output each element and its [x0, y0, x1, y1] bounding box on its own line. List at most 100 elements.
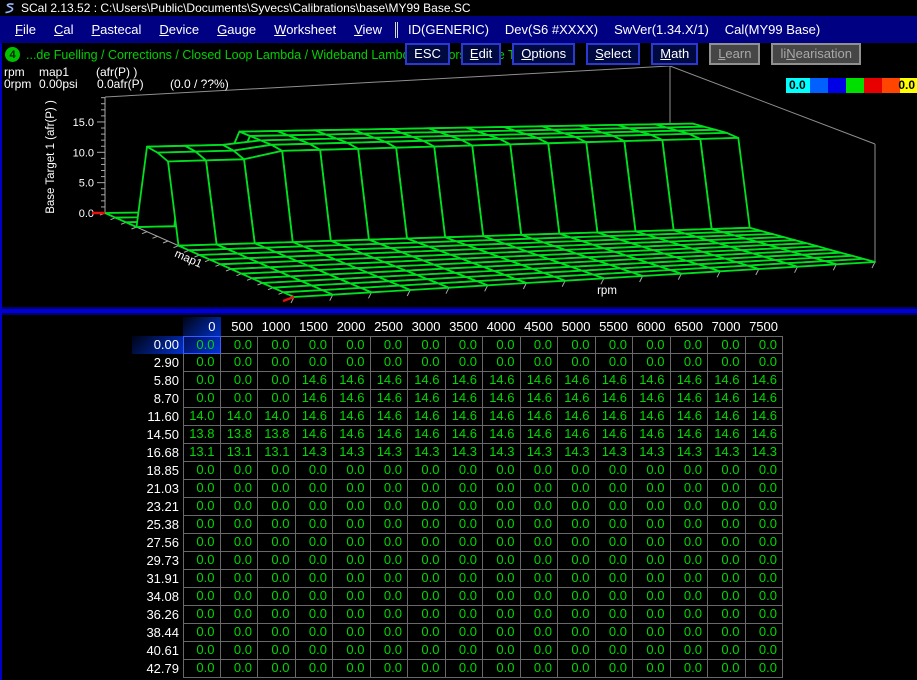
table-cell[interactable]: 13.8 [221, 426, 259, 444]
table-cell[interactable]: 0.0 [633, 480, 671, 498]
table-cell[interactable]: 13.8 [183, 426, 221, 444]
table-cell[interactable]: 0.0 [446, 642, 484, 660]
table-cell[interactable]: 13.8 [258, 426, 296, 444]
table-cell[interactable]: 0.0 [408, 552, 446, 570]
table-cell[interactable]: 0.0 [183, 660, 221, 678]
table-cell[interactable]: 0.0 [333, 552, 371, 570]
table-cell[interactable]: 0.0 [371, 642, 409, 660]
table-cell[interactable]: 0.0 [258, 480, 296, 498]
table-cell[interactable]: 14.6 [483, 426, 521, 444]
table-cell[interactable]: 14.6 [446, 390, 484, 408]
table-cell[interactable]: 0.0 [671, 624, 709, 642]
table-cell[interactable]: 14.6 [708, 426, 746, 444]
row-header[interactable]: 8.70 [132, 390, 183, 408]
table-cell[interactable]: 0.0 [521, 606, 559, 624]
table-cell[interactable]: 0.0 [333, 642, 371, 660]
table-cell[interactable]: 13.1 [183, 444, 221, 462]
table-cell[interactable]: 14.6 [333, 408, 371, 426]
table-cell[interactable]: 14.6 [296, 390, 334, 408]
table-cell[interactable]: 14.6 [483, 390, 521, 408]
table-cell[interactable]: 0.0 [371, 462, 409, 480]
table-cell[interactable]: 0.0 [521, 498, 559, 516]
table-cell[interactable]: 0.0 [483, 534, 521, 552]
table-cell[interactable]: 0.0 [521, 570, 559, 588]
table-cell[interactable]: 14.6 [671, 390, 709, 408]
row-header[interactable]: 14.50 [132, 426, 183, 444]
table-cell[interactable]: 0.0 [333, 624, 371, 642]
table-cell[interactable]: 0.0 [371, 606, 409, 624]
table-cell[interactable]: 0.0 [521, 354, 559, 372]
table-cell[interactable]: 0.0 [333, 660, 371, 678]
table-cell[interactable]: 0.0 [446, 660, 484, 678]
table-cell[interactable]: 0.0 [446, 624, 484, 642]
table-cell[interactable]: 0.0 [258, 660, 296, 678]
table-cell[interactable]: 0.0 [633, 498, 671, 516]
column-header[interactable]: 7500 [746, 317, 784, 336]
table-cell[interactable]: 0.0 [258, 642, 296, 660]
table-cell[interactable]: 0.0 [671, 606, 709, 624]
table-cell[interactable]: 0.0 [296, 642, 334, 660]
table-cell[interactable]: 0.0 [258, 552, 296, 570]
esc-button[interactable]: ESC [405, 43, 450, 65]
table-cell[interactable]: 0.0 [296, 462, 334, 480]
table-cell[interactable]: 0.0 [221, 552, 259, 570]
table-cell[interactable]: 0.0 [633, 606, 671, 624]
table-cell[interactable]: 0.0 [558, 498, 596, 516]
table-cell[interactable]: 0.0 [258, 588, 296, 606]
table-cell[interactable]: 0.0 [221, 660, 259, 678]
table-cell[interactable]: 14.6 [671, 372, 709, 390]
table-cell[interactable]: 14.6 [633, 408, 671, 426]
table-cell[interactable]: 0.0 [333, 498, 371, 516]
table-cell[interactable]: 14.6 [596, 390, 634, 408]
table-cell[interactable]: 0.0 [408, 588, 446, 606]
table-cell[interactable]: 0.0 [183, 606, 221, 624]
table-cell[interactable]: 14.6 [558, 426, 596, 444]
table-cell[interactable]: 14.6 [483, 372, 521, 390]
table-cell[interactable]: 14.6 [671, 408, 709, 426]
table-cell[interactable]: 0.0 [371, 336, 409, 354]
table-cell[interactable]: 0.0 [671, 480, 709, 498]
table-cell[interactable]: 0.0 [183, 480, 221, 498]
table-cell[interactable]: 0.0 [708, 534, 746, 552]
table-cell[interactable]: 0.0 [296, 570, 334, 588]
table-cell[interactable]: 0.0 [708, 660, 746, 678]
table-cell[interactable]: 14.6 [408, 426, 446, 444]
menu-cal[interactable]: Cal [45, 20, 83, 39]
menu-pastecal[interactable]: Pastecal [82, 20, 150, 39]
table-cell[interactable]: 14.3 [521, 444, 559, 462]
edit-button[interactable]: Edit [461, 43, 501, 65]
table-cell[interactable]: 0.0 [371, 588, 409, 606]
table-cell[interactable]: 14.6 [521, 372, 559, 390]
table-cell[interactable]: 0.0 [633, 336, 671, 354]
table-cell[interactable]: 0.0 [483, 516, 521, 534]
table-cell[interactable]: 0.0 [446, 462, 484, 480]
table-cell[interactable]: 0.0 [221, 534, 259, 552]
table-cell[interactable]: 14.3 [408, 444, 446, 462]
table-cell[interactable]: 0.0 [408, 480, 446, 498]
table-cell[interactable]: 0.0 [521, 462, 559, 480]
table-cell[interactable]: 0.0 [408, 570, 446, 588]
table-cell[interactable]: 0.0 [183, 570, 221, 588]
column-header[interactable]: 0 [183, 317, 221, 336]
table-cell[interactable]: 0.0 [746, 570, 784, 588]
table-cell[interactable]: 0.0 [521, 642, 559, 660]
table-cell[interactable]: 0.0 [183, 642, 221, 660]
table-cell[interactable]: 0.0 [483, 462, 521, 480]
table-cell[interactable]: 0.0 [258, 354, 296, 372]
table-cell[interactable]: 0.0 [296, 336, 334, 354]
table-cell[interactable]: 0.0 [558, 588, 596, 606]
table-cell[interactable]: 14.3 [671, 444, 709, 462]
table-cell[interactable]: 0.0 [521, 534, 559, 552]
table-cell[interactable]: 0.0 [446, 552, 484, 570]
table-cell[interactable]: 0.0 [296, 516, 334, 534]
table-cell[interactable]: 14.6 [746, 372, 784, 390]
table-cell[interactable]: 14.0 [258, 408, 296, 426]
table-cell[interactable]: 0.0 [408, 624, 446, 642]
table-cell[interactable]: 0.0 [221, 570, 259, 588]
table-cell[interactable]: 0.0 [633, 354, 671, 372]
table-cell[interactable]: 0.0 [446, 534, 484, 552]
table-cell[interactable]: 14.3 [333, 444, 371, 462]
row-header[interactable]: 36.26 [132, 606, 183, 624]
table-cell[interactable]: 0.0 [183, 516, 221, 534]
table-cell[interactable]: 14.6 [371, 372, 409, 390]
